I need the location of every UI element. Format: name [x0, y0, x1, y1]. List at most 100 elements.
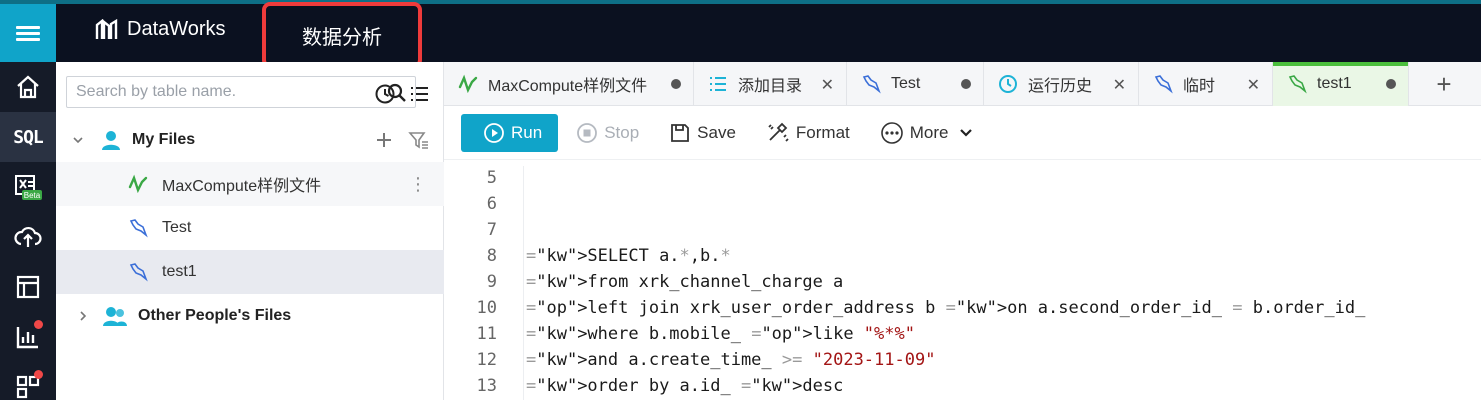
sql-file-icon [1288, 75, 1307, 94]
unsaved-dot[interactable] [671, 79, 681, 89]
tab-label: test1 [1317, 75, 1352, 92]
line-number: 9 [486, 272, 497, 292]
code-line: ="kw">from xrk_channel_charge a [526, 272, 844, 292]
nav-home[interactable] [0, 62, 56, 112]
line-number: 5 [486, 168, 497, 188]
list-view-icon[interactable] [408, 83, 430, 105]
editor-toolbar: Run Stop Save Format More [444, 106, 1481, 160]
save-button[interactable]: Save [669, 122, 736, 144]
my-files-label: My Files [132, 131, 196, 148]
nav-layout[interactable] [0, 262, 56, 312]
line-number: 7 [486, 220, 497, 240]
editor-tabs: MaxCompute样例文件 添加目录 ✕ Test 运行历史 ✕ 临时 ✕ t… [444, 62, 1481, 106]
menu-icon[interactable] [0, 4, 56, 62]
more-button[interactable]: More [880, 121, 979, 145]
notification-dot [34, 370, 43, 379]
code-editor[interactable]: 5 6 7 8 9 10 11 12 13 ="kw">SELECT a.*,b… [444, 166, 1481, 400]
app-logo[interactable]: DataWorks [95, 18, 226, 41]
sql-file-icon [129, 263, 148, 282]
tab-label: 添加目录 [738, 78, 803, 95]
tab-maxcompute[interactable]: MaxCompute样例文件 [444, 62, 694, 106]
format-icon [768, 122, 789, 142]
file-item[interactable]: Test [56, 206, 444, 250]
save-label: Save [697, 122, 736, 142]
editor-panel: MaxCompute样例文件 添加目录 ✕ Test 运行历史 ✕ 临时 ✕ t… [444, 62, 1481, 400]
app-name: DataWorks [127, 18, 226, 40]
line-number: 12 [476, 350, 497, 370]
add-tab-icon[interactable]: + [1409, 62, 1479, 106]
clock-icon [999, 75, 1017, 93]
tab-add-directory[interactable]: 添加目录 ✕ [694, 62, 847, 106]
filter-icon[interactable] [408, 130, 430, 150]
add-icon[interactable] [374, 130, 394, 150]
stop-label: Stop [604, 122, 640, 142]
sql-file-icon [1154, 75, 1173, 94]
line-number: 10 [476, 298, 497, 318]
stop-icon [577, 122, 598, 143]
unsaved-dot[interactable] [961, 79, 971, 89]
chevron-down-icon [959, 128, 972, 137]
chevron-down-icon[interactable] [72, 134, 84, 146]
unsaved-dot[interactable] [1386, 79, 1396, 89]
dataworks-logo-icon [95, 18, 118, 39]
excel-beta-icon: Beta [15, 175, 42, 200]
maxcompute-file-icon [128, 174, 148, 194]
left-nav: SQL Beta [0, 62, 56, 400]
more-label: More [909, 122, 949, 142]
other-files-folder[interactable]: Other People's Files [56, 294, 444, 338]
nav-excel[interactable]: Beta [0, 162, 56, 212]
file-item[interactable]: MaxCompute样例文件 ⋮ [56, 162, 444, 206]
tab-temporary[interactable]: 临时 ✕ [1139, 62, 1273, 106]
run-label: Run [511, 122, 543, 142]
more-icon [880, 121, 903, 144]
file-item-selected[interactable]: test1 [56, 250, 444, 294]
file-label: test1 [162, 263, 197, 280]
file-label: MaxCompute样例文件 [162, 178, 322, 195]
search-input[interactable] [76, 83, 366, 101]
my-files-folder[interactable]: My Files [56, 118, 444, 162]
tab-label: Test [891, 75, 921, 92]
line-number: 8 [486, 246, 497, 266]
layout-icon [16, 275, 40, 299]
maxcompute-file-icon [458, 74, 478, 94]
run-button[interactable]: Run [461, 113, 559, 152]
format-button[interactable]: Format [766, 122, 850, 144]
table-search[interactable] [66, 76, 416, 108]
format-label: Format [795, 122, 850, 142]
line-number: 13 [476, 376, 497, 396]
user-icon [102, 131, 120, 150]
tab-test[interactable]: Test [847, 62, 984, 106]
line-number: 11 [476, 324, 497, 344]
close-icon[interactable]: ✕ [1247, 75, 1260, 95]
tab-label: 临时 [1183, 78, 1216, 95]
close-icon[interactable]: ✕ [1113, 75, 1126, 95]
nav-charts[interactable] [0, 312, 56, 362]
other-files-label: Other People's Files [138, 307, 292, 324]
list-icon [710, 77, 726, 91]
sql-file-icon [862, 75, 881, 94]
top-bar: DataWorks 数据分析 [0, 2, 1481, 68]
history-icon[interactable] [374, 83, 396, 105]
nav-apps[interactable] [0, 362, 56, 412]
tab-label: MaxCompute样例文件 [488, 78, 648, 95]
stop-button[interactable]: Stop [576, 122, 639, 144]
nav-cloud-upload[interactable] [0, 212, 56, 262]
sql-icon: SQL [13, 126, 43, 148]
code-line: ="kw">and a.create_time_ >= "2023-11-09" [526, 350, 936, 370]
close-icon[interactable]: ✕ [821, 75, 834, 95]
nav-sql[interactable]: SQL [0, 112, 56, 162]
tab-test1[interactable]: test1 [1273, 62, 1409, 106]
line-number-gutter: 5 6 7 8 9 10 11 12 13 [444, 166, 524, 400]
play-icon [484, 122, 504, 143]
beta-badge: Beta [24, 191, 41, 200]
chevron-right-icon[interactable] [78, 310, 88, 322]
line-number: 6 [486, 194, 497, 214]
users-icon [103, 307, 127, 326]
more-vertical-icon[interactable]: ⋮ [409, 174, 427, 195]
save-icon [671, 123, 690, 142]
tab-label: 运行历史 [1028, 78, 1093, 95]
sql-file-icon [129, 219, 148, 238]
tab-run-history[interactable]: 运行历史 ✕ [984, 62, 1139, 106]
file-label: Test [162, 219, 192, 236]
module-data-analysis[interactable]: 数据分析 [262, 2, 422, 68]
